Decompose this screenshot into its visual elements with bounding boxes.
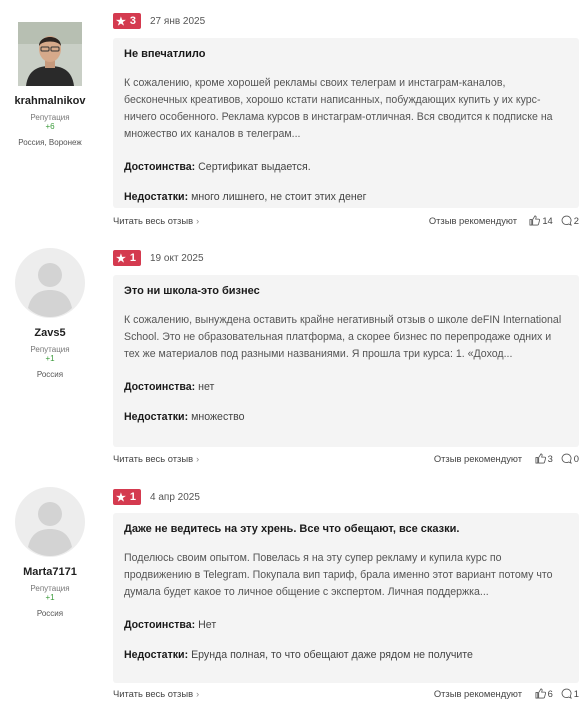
reputation-value: +6: [45, 122, 55, 131]
rating-value: 3: [129, 15, 136, 27]
avatar[interactable]: [15, 487, 85, 557]
thumbs-up-icon: [529, 215, 541, 226]
pros-label: Достоинства:: [124, 381, 196, 393]
review-cons: Недостатки: Ерунда полная, то что обещаю…: [124, 649, 568, 661]
reputation-value: +1: [45, 354, 55, 363]
chevron-right-icon: ›: [196, 454, 200, 464]
recommend-label: Отзыв рекомендуют: [428, 215, 517, 226]
pros-value: нет: [198, 381, 215, 393]
review-pros: Достоинства: Нет: [124, 619, 568, 631]
recommend-label: Отзыв рекомендуют: [433, 688, 522, 699]
review-footer: Читать весь отзыв › Отзыв рекомендуют 14 …: [113, 215, 579, 231]
thumbs-up-icon: [535, 688, 546, 699]
rating-badge: ★ 3: [113, 13, 141, 29]
cons-label: Недостатки:: [124, 411, 189, 423]
read-more-label: Читать весь отзыв: [113, 215, 194, 226]
review-stats: 6 1: [531, 688, 579, 699]
review-card: Это ни школа-это бизнес К сожалению, вын…: [113, 275, 579, 447]
review-pros: Достоинства: нет: [124, 381, 568, 393]
star-icon: ★: [116, 491, 126, 504]
user-location: Россия: [36, 370, 64, 379]
cons-value: множество: [191, 411, 245, 423]
read-more-label: Читать весь отзыв: [113, 453, 194, 464]
cons-value: много лишнего, не стоит этих денег: [191, 191, 367, 203]
review-title[interactable]: Это ни школа-это бизнес: [124, 285, 568, 297]
review-date: 19 окт 2025: [150, 252, 204, 264]
likes-count: 14: [542, 215, 553, 226]
likes-count: 3: [547, 453, 553, 464]
rating-value: 1: [129, 252, 136, 264]
review-text: Поделюсь своим опытом. Повелась я на эту…: [124, 552, 553, 598]
read-full-review-link[interactable]: Читать весь отзыв ›: [113, 215, 199, 226]
rating-badge: ★ 1: [113, 489, 141, 505]
likes-count: 6: [547, 688, 553, 699]
comments-button[interactable]: 0: [561, 453, 579, 464]
read-more-label: Читать весь отзыв: [113, 688, 194, 699]
review-stats: 14 2: [525, 215, 579, 226]
reputation-label: Репутация: [30, 345, 70, 354]
review-date: 4 апр 2025: [150, 491, 200, 503]
reputation-label: Репутация: [30, 113, 70, 122]
avatar[interactable]: [18, 22, 82, 86]
comments-count: 2: [573, 215, 579, 226]
recommend-label: Отзыв рекомендуют: [433, 453, 522, 464]
review-cons: Недостатки: множество: [124, 411, 568, 423]
review-card: Не впечатлило К сожалению, кроме хорошей…: [113, 38, 579, 208]
like-button[interactable]: 3: [535, 453, 553, 464]
review-author: Zavs5 Репутация +1 Россия: [0, 248, 100, 379]
review-meta: ★ 3 27 янв 2025: [113, 11, 205, 31]
username[interactable]: Marta7171: [0, 566, 100, 578]
review-author: krahmalnikov Репутация +6 Россия, Вороне…: [0, 22, 100, 147]
comment-icon: [561, 453, 572, 464]
read-full-review-link[interactable]: Читать весь отзыв ›: [113, 688, 199, 699]
review-stats: 3 0: [531, 453, 579, 464]
pros-value: Сертификат выдается.: [198, 161, 311, 173]
rating-value: 1: [129, 491, 136, 503]
username[interactable]: Zavs5: [0, 327, 100, 339]
reputation-value: +1: [45, 593, 55, 602]
review-cons: Недостатки: много лишнего, не стоит этих…: [124, 191, 568, 203]
star-icon: ★: [116, 252, 126, 265]
review-meta: ★ 1 4 апр 2025: [113, 487, 200, 507]
review-footer: Читать весь отзыв › Отзыв рекомендуют 6 1: [113, 688, 579, 704]
thumbs-up-icon: [535, 453, 546, 464]
username[interactable]: krahmalnikov: [0, 95, 100, 107]
comments-count: 1: [573, 688, 579, 699]
review-title[interactable]: Не впечатлило: [124, 48, 568, 60]
like-button[interactable]: 14: [529, 215, 553, 226]
review-footer: Читать весь отзыв › Отзыв рекомендуют 3 0: [113, 453, 579, 469]
comment-icon: [561, 688, 572, 699]
cons-value: Ерунда полная, то что обещают даже рядом…: [191, 649, 473, 661]
comments-button[interactable]: 1: [561, 688, 579, 699]
cons-label: Недостатки:: [124, 191, 189, 203]
user-location: Россия, Воронеж: [18, 138, 82, 147]
pros-value: Нет: [198, 619, 217, 631]
star-icon: ★: [116, 15, 126, 28]
review-meta: ★ 1 19 окт 2025: [113, 248, 204, 268]
review-card: Даже не ведитесь на эту хрень. Все что о…: [113, 513, 579, 683]
avatar[interactable]: [15, 248, 85, 318]
comment-icon: [561, 215, 572, 226]
review-date: 27 янв 2025: [150, 15, 206, 27]
review-text: К сожалению, кроме хорошей рекламы своих…: [124, 77, 553, 140]
rating-badge: ★ 1: [113, 250, 141, 266]
review-pros: Достоинства: Сертификат выдается.: [124, 161, 568, 173]
reputation-label: Репутация: [30, 584, 70, 593]
chevron-right-icon: ›: [196, 216, 200, 226]
user-location: Россия: [36, 609, 64, 618]
review-text: К сожалению, вынуждена оставить крайне н…: [124, 314, 562, 360]
chevron-right-icon: ›: [196, 689, 200, 699]
read-full-review-link[interactable]: Читать весь отзыв ›: [113, 453, 199, 464]
cons-label: Недостатки:: [124, 649, 189, 661]
comments-button[interactable]: 2: [561, 215, 579, 226]
review-author: Marta7171 Репутация +1 Россия: [0, 487, 100, 618]
pros-label: Достоинства:: [124, 619, 196, 631]
like-button[interactable]: 6: [535, 688, 553, 699]
pros-label: Достоинства:: [124, 161, 196, 173]
comments-count: 0: [573, 453, 579, 464]
review-title[interactable]: Даже не ведитесь на эту хрень. Все что о…: [124, 523, 568, 535]
